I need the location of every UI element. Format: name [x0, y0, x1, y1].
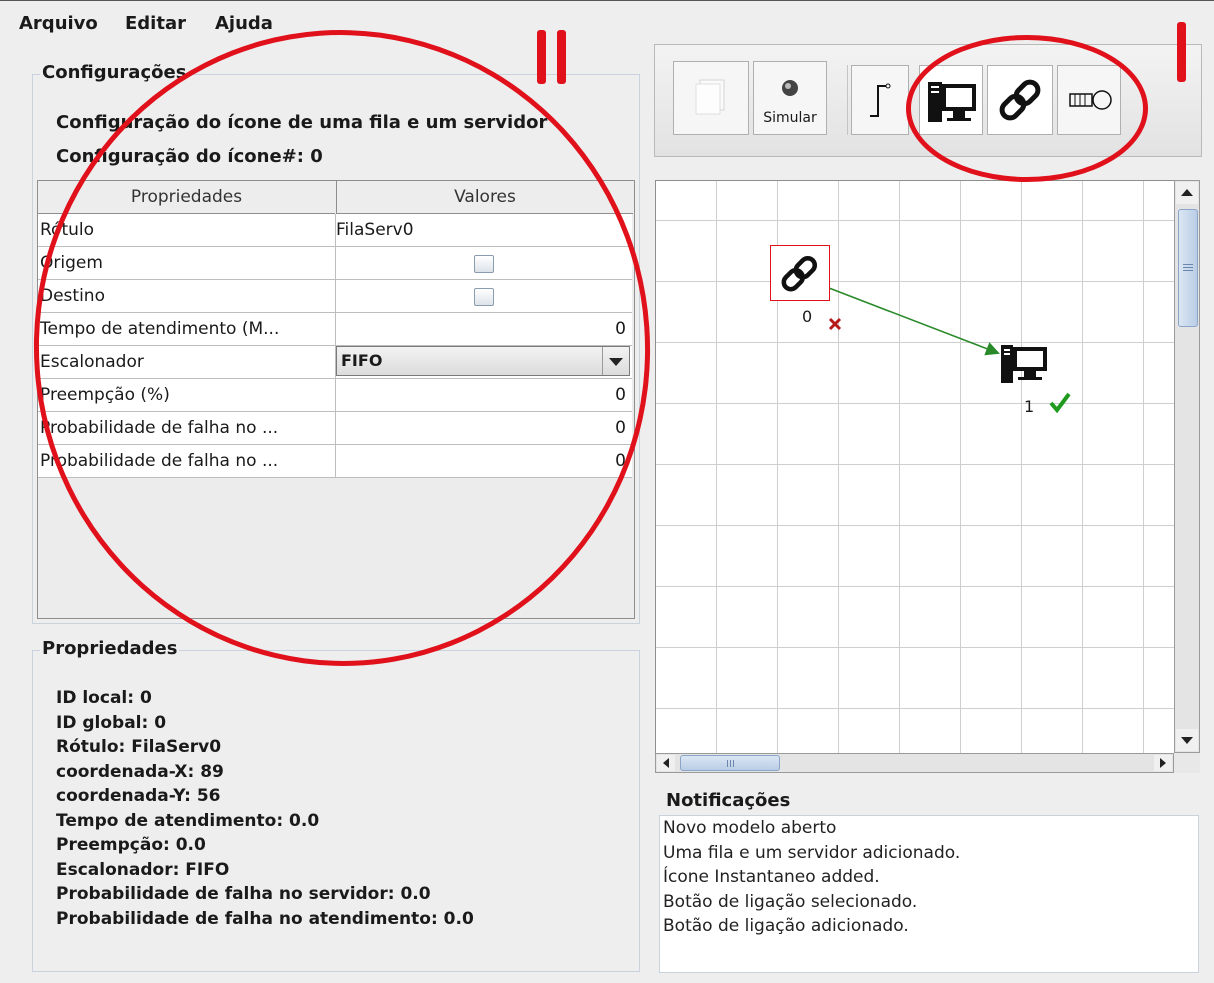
prop-line: Escalonador: FIFO — [56, 859, 230, 880]
notification-line: Botão de ligação selecionado. — [663, 891, 918, 912]
drawing-canvas[interactable]: 0 1 — [655, 180, 1175, 754]
notification-line: Ícone Instantaneo added. — [663, 867, 880, 887]
menu-arquivo[interactable]: Arquivo — [19, 13, 98, 34]
connector-icon — [870, 83, 891, 117]
chevron-left-icon — [663, 758, 669, 768]
notifications-panel: Novo modelo aberto Uma fila e um servido… — [659, 815, 1199, 973]
menu-ajuda[interactable]: Ajuda — [215, 13, 273, 34]
horizontal-scroll-thumb[interactable] — [680, 755, 780, 771]
node-0[interactable] — [770, 245, 830, 301]
properties-list: ID local: 0 ID global: 0 Rótulo: FilaSer… — [56, 686, 474, 931]
new-document-button[interactable] — [673, 61, 749, 135]
prop-line: coordenada-Y: 56 — [56, 786, 221, 806]
scroll-down-button[interactable] — [1176, 729, 1198, 751]
notification-line: Uma fila e um servidor adicionado. — [663, 842, 961, 863]
edge-tool-button[interactable] — [851, 65, 909, 135]
prop-line: Probabilidade de falha no atendimento: 0… — [56, 908, 474, 929]
prop-line: ID local: 0 — [56, 688, 152, 708]
node-1-label: 1 — [1024, 397, 1035, 416]
properties-legend: Propriedades — [40, 638, 180, 659]
prop-line: Tempo de atendimento: 0.0 — [56, 810, 320, 831]
config-legend: Configurações — [40, 62, 189, 83]
document-icon — [695, 79, 725, 115]
scroll-right-button[interactable] — [1154, 755, 1172, 771]
prop-line: coordenada-X: 89 — [56, 761, 224, 782]
annotation-mark-I-bar — [1177, 22, 1186, 82]
annotation-mark-II-bar — [557, 30, 566, 84]
error-icon — [828, 317, 842, 331]
chevron-down-icon — [1181, 737, 1193, 744]
server-icon — [1001, 345, 1047, 383]
scroll-up-button[interactable] — [1176, 182, 1198, 204]
annotation-circle-right — [906, 35, 1148, 182]
vertical-scrollbar[interactable] — [1174, 180, 1200, 753]
notification-line: Novo modelo aberto — [663, 818, 837, 838]
gear-icon — [782, 80, 798, 96]
notifications-legend: Notificações — [664, 790, 793, 811]
node-1[interactable] — [999, 339, 1051, 391]
notification-line: Botão de ligação adicionado. — [663, 916, 909, 936]
node-0-label: 0 — [802, 307, 813, 326]
horizontal-scrollbar[interactable] — [655, 753, 1174, 773]
menu-editar[interactable]: Editar — [125, 13, 186, 34]
chevron-right-icon — [1160, 758, 1166, 768]
simulate-label: Simular — [763, 110, 817, 126]
prop-line: Rótulo: FilaServ0 — [56, 737, 222, 757]
link-icon — [781, 255, 818, 292]
connection-arrow — [828, 287, 1000, 356]
scroll-left-button[interactable] — [657, 755, 675, 771]
chevron-up-icon — [1181, 189, 1193, 196]
prop-line: ID global: 0 — [56, 712, 167, 733]
prop-line: Preempção: 0.0 — [56, 835, 206, 855]
annotation-mark-II-bar — [537, 30, 546, 84]
prop-line: Probabilidade de falha no servidor: 0.0 — [56, 884, 431, 904]
simulate-button[interactable]: Simular — [753, 61, 827, 135]
vertical-scroll-thumb[interactable] — [1178, 209, 1198, 327]
check-icon — [1049, 392, 1071, 414]
scroll-corner — [1174, 753, 1200, 773]
